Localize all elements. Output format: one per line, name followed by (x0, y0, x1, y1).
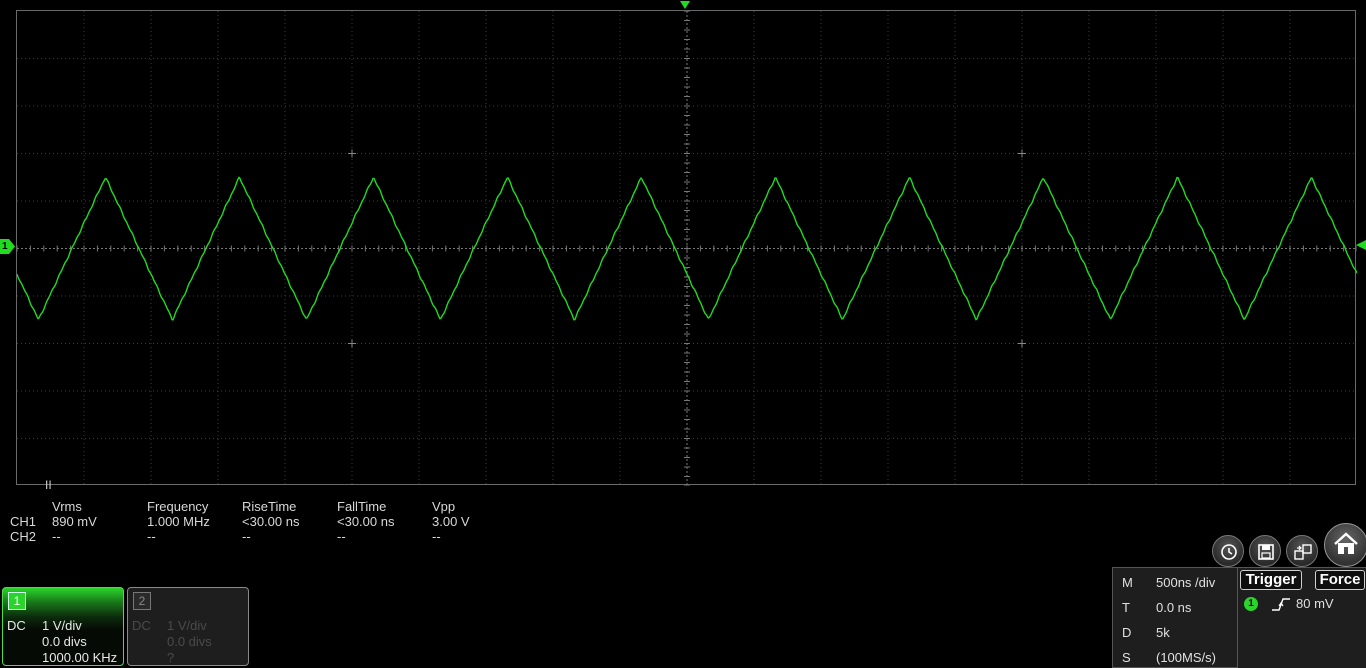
display-switch-icon (1294, 544, 1312, 560)
channel-2-number: 2 (133, 592, 151, 610)
trigger-level-marker[interactable] (1356, 240, 1366, 250)
measurement-row-ch2: CH2 -- -- -- -- -- (10, 529, 527, 544)
channel-2-coupling: DC (132, 618, 151, 633)
channel-1-panel[interactable]: 1 DC 1 V/div 0.0 divs 1000.00 KHz (2, 587, 124, 666)
display-switch-button[interactable] (1286, 535, 1318, 567)
measure-header-risetime: RiseTime (242, 499, 297, 514)
measure-value: <30.00 ns (337, 514, 395, 529)
timebase-panel[interactable]: M 500ns /div T 0.0 ns D 5k S (100MS/s) (1112, 567, 1238, 668)
timebase-scale: 500ns /div (1156, 575, 1216, 590)
measure-header-frequency: Frequency (147, 499, 209, 514)
measure-header-falltime: FallTime (337, 499, 387, 514)
home-icon (1334, 532, 1358, 554)
trigger-level: 80 mV (1296, 596, 1334, 611)
trigger-position-marker[interactable] (680, 1, 690, 9)
channel-1-frequency: 1000.00 KHz (42, 650, 118, 665)
trigger-panel: Trigger Force 1 80 mV (1238, 567, 1366, 668)
channel-1-number: 1 (8, 592, 26, 610)
auto-setup-icon (1221, 544, 1237, 560)
measure-value: 890 mV (52, 514, 97, 529)
memory-depth: 5k (1156, 625, 1170, 640)
trigger-button[interactable]: Trigger (1240, 570, 1302, 590)
ch1-offset-marker[interactable]: 1 (0, 239, 15, 254)
channel-2-vdiv: 1 V/div (167, 618, 207, 633)
quick-toolbar (1212, 523, 1366, 567)
save-icon (1258, 544, 1274, 560)
sample-rate: (100MS/s) (1156, 650, 1216, 665)
channel-2-offset: 0.0 divs (167, 634, 212, 649)
sample-rate-row: S (100MS/s) (1122, 650, 1216, 665)
measure-value: -- (52, 529, 61, 544)
measurement-header-row: Vrms Frequency RiseTime FallTime Vpp (10, 499, 527, 514)
measure-value: 1.000 MHz (147, 514, 210, 529)
trigger-source-badge: 1 (1244, 597, 1258, 611)
channel-1-coupling: DC (7, 618, 26, 633)
auto-setup-button[interactable] (1212, 535, 1244, 567)
channel-1-vdiv: 1 V/div (42, 618, 82, 633)
home-button[interactable] (1324, 523, 1366, 567)
measure-header-vrms: Vrms (52, 499, 82, 514)
channel-1-offset: 0.0 divs (42, 634, 87, 649)
timebase-delay: 0.0 ns (1156, 600, 1192, 615)
measure-value: <30.00 ns (242, 514, 300, 529)
scope-screen[interactable]: II (16, 10, 1357, 492)
rising-edge-icon (1272, 598, 1290, 611)
measure-row-label: CH2 (10, 529, 37, 544)
force-trigger-button[interactable]: Force (1315, 570, 1365, 590)
memory-depth-row: D 5k (1122, 625, 1170, 640)
measure-header-vpp: Vpp (432, 499, 456, 514)
measure-value: -- (242, 529, 251, 544)
measure-value: -- (337, 529, 346, 544)
measure-value: -- (432, 529, 441, 544)
measurement-table: Vrms Frequency RiseTime FallTime Vpp CH1… (10, 499, 527, 544)
run-state-indicator: II (45, 478, 52, 492)
measure-value: -- (147, 529, 156, 544)
measure-row-label: CH1 (10, 514, 37, 529)
measurement-row-ch1: CH1 890 mV 1.000 MHz <30.00 ns <30.00 ns… (10, 514, 527, 529)
channel-2-frequency: ? (167, 650, 175, 665)
timebase-delay-row: T 0.0 ns (1122, 600, 1192, 615)
measure-value: 3.00 V (432, 514, 470, 529)
graticule-ticks (17, 11, 1357, 486)
save-button[interactable] (1249, 535, 1281, 567)
timebase-main-row: M 500ns /div (1122, 575, 1216, 590)
waveform-display (17, 11, 1357, 486)
channel-2-panel[interactable]: 2 DC 1 V/div 0.0 divs ? (127, 587, 249, 666)
